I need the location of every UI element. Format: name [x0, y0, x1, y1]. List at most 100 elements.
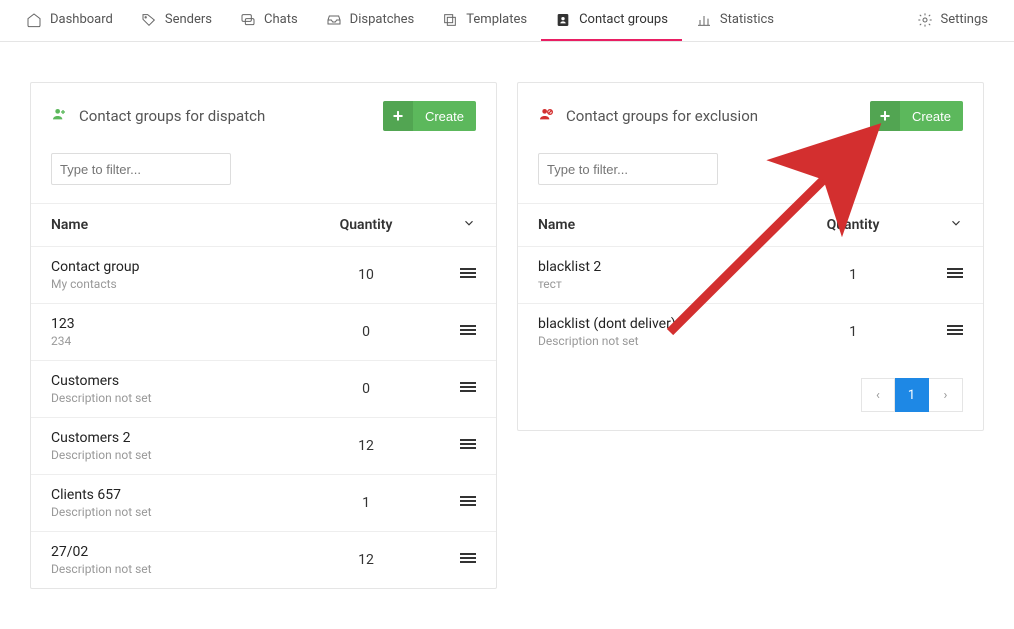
row-desc: Description not set	[51, 505, 306, 519]
page-1[interactable]: 1	[895, 378, 929, 412]
row-qty: 12	[306, 552, 426, 568]
tag-icon	[141, 12, 157, 28]
row-qty: 0	[306, 324, 426, 340]
dispatch-filter[interactable]	[51, 153, 231, 185]
col-name-header[interactable]: Name	[538, 217, 793, 233]
table-row[interactable]: 27/02 Description not set12	[31, 532, 496, 588]
row-actions[interactable]	[426, 266, 476, 284]
nav-label: Statistics	[720, 12, 774, 27]
col-actions-header[interactable]	[426, 216, 476, 234]
table-row[interactable]: Clients 657 Description not set1	[31, 475, 496, 532]
gear-icon	[917, 12, 933, 28]
row-desc: Description not set	[51, 391, 306, 405]
exclusion-filter-input[interactable]	[547, 162, 723, 177]
menu-icon[interactable]	[460, 266, 476, 280]
nav-label: Senders	[165, 12, 212, 27]
menu-icon[interactable]	[947, 323, 963, 337]
create-label: Create	[413, 109, 476, 124]
row-name: Customers 2	[51, 430, 306, 446]
dispatch-create-button[interactable]: + Create	[383, 101, 476, 131]
nav-label: Contact groups	[579, 12, 668, 27]
exclusion-panel: Contact groups for exclusion + Create Na…	[517, 82, 984, 431]
dispatch-filter-input[interactable]	[60, 162, 236, 177]
table-row[interactable]: Customers 2Description not set12	[31, 418, 496, 475]
menu-icon[interactable]	[460, 323, 476, 337]
exclusion-filter-wrap	[518, 143, 983, 203]
menu-icon[interactable]	[460, 437, 476, 451]
table-row[interactable]: blacklist 2тест1	[518, 247, 983, 304]
table-row[interactable]: Contact groupMy contacts10	[31, 247, 496, 304]
row-name-cell: blacklist (dont deliver)Description not …	[538, 316, 793, 348]
home-icon	[26, 12, 42, 28]
nav-templates[interactable]: Templates	[428, 0, 541, 41]
row-name: Contact group	[51, 259, 306, 275]
nav-chats[interactable]: Chats	[226, 0, 312, 41]
col-name-header[interactable]: Name	[51, 217, 306, 233]
dispatch-panel-header: Contact groups for dispatch + Create	[31, 83, 496, 143]
row-name-cell: Customers 2 Description not set	[51, 430, 306, 462]
nav-dashboard[interactable]: Dashboard	[12, 0, 127, 41]
chart-icon	[696, 12, 712, 28]
row-actions[interactable]	[426, 380, 476, 398]
row-desc: Description not set	[538, 334, 793, 348]
nav-contact-groups[interactable]: Contact groups	[541, 0, 682, 41]
col-qty-header[interactable]: Quantity	[306, 217, 426, 233]
row-desc: Description not set	[51, 562, 306, 576]
exclusion-panel-title: Contact groups for exclusion	[566, 107, 858, 125]
row-qty: 1	[793, 324, 913, 340]
row-actions[interactable]	[426, 551, 476, 569]
dispatch-panel-title: Contact groups for dispatch	[79, 107, 371, 125]
row-desc: 234	[51, 334, 306, 348]
row-qty: 10	[306, 267, 426, 283]
row-qty: 1	[306, 495, 426, 511]
nav-settings[interactable]: Settings	[903, 0, 1002, 41]
exclusion-pagination: ‹ 1 ›	[518, 360, 983, 430]
top-nav: Dashboard Senders Chats Dispatches Templ…	[0, 0, 1014, 42]
row-actions[interactable]	[426, 323, 476, 341]
table-row[interactable]: blacklist (dont deliver)Description not …	[518, 304, 983, 360]
menu-icon[interactable]	[460, 380, 476, 394]
page-prev[interactable]: ‹	[861, 378, 895, 412]
menu-icon[interactable]	[460, 551, 476, 565]
col-actions-header[interactable]	[913, 216, 963, 234]
row-name-cell: CustomersDescription not set	[51, 373, 306, 405]
row-name: 123	[51, 316, 306, 332]
row-actions[interactable]	[913, 323, 963, 341]
exclusion-table-header: Name Quantity	[518, 203, 983, 247]
person-block-icon	[538, 106, 554, 126]
page-next[interactable]: ›	[929, 378, 963, 412]
row-actions[interactable]	[426, 437, 476, 455]
inbox-icon	[326, 12, 342, 28]
row-name-cell: 123234	[51, 316, 306, 348]
nav-statistics[interactable]: Statistics	[682, 0, 788, 41]
nav-label: Chats	[264, 12, 298, 27]
row-name: Clients 657	[51, 487, 306, 503]
row-desc: Description not set	[51, 448, 306, 462]
plus-icon: +	[870, 101, 900, 131]
table-row[interactable]: 1232340	[31, 304, 496, 361]
exclusion-rows: blacklist 2тест1 blacklist (dont deliver)…	[518, 247, 983, 360]
row-name-cell: 27/02 Description not set	[51, 544, 306, 576]
dispatch-rows: Contact groupMy contacts101232340Custome…	[31, 247, 496, 588]
chevron-down-icon	[462, 216, 476, 230]
row-qty: 0	[306, 381, 426, 397]
nav-senders[interactable]: Senders	[127, 0, 226, 41]
chat-icon	[240, 12, 256, 28]
menu-icon[interactable]	[460, 494, 476, 508]
menu-icon[interactable]	[947, 266, 963, 280]
layers-icon	[442, 12, 458, 28]
exclusion-filter[interactable]	[538, 153, 718, 185]
row-actions[interactable]	[913, 266, 963, 284]
contacts-icon	[555, 12, 571, 28]
nav-label: Templates	[466, 12, 527, 27]
nav-label: Dashboard	[50, 12, 113, 27]
nav-label: Settings	[941, 12, 988, 27]
row-name-cell: Clients 657 Description not set	[51, 487, 306, 519]
table-row[interactable]: CustomersDescription not set0	[31, 361, 496, 418]
exclusion-panel-header: Contact groups for exclusion + Create	[518, 83, 983, 143]
nav-dispatches[interactable]: Dispatches	[312, 0, 429, 41]
row-name: 27/02	[51, 544, 306, 560]
row-actions[interactable]	[426, 494, 476, 512]
col-qty-header[interactable]: Quantity	[793, 217, 913, 233]
exclusion-create-button[interactable]: + Create	[870, 101, 963, 131]
